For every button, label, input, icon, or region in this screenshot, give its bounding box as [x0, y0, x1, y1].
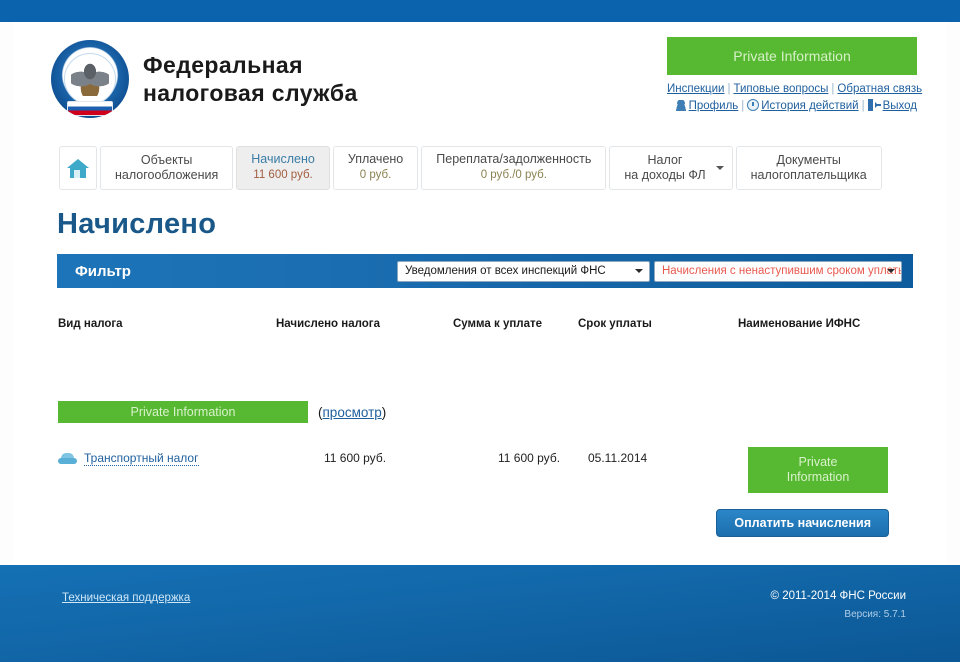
emblem-inner-disc [64, 53, 116, 105]
brand-title: Федеральная налоговая служба [143, 51, 358, 106]
tax-type-link[interactable]: Транспортный налог [84, 451, 199, 466]
cell-accrued: 11 600 руб. [324, 451, 387, 465]
inspection-select-value: Уведомления от всех инспекций ФНС [405, 265, 606, 277]
tab-value: 0 руб./0 руб. [480, 169, 547, 181]
tab-paid[interactable]: Уплачено 0 руб. [332, 146, 419, 190]
column-header-due-date: Срок уплаты [578, 318, 652, 330]
tab-label: Уплачено [347, 152, 404, 166]
notice-private-label: Private Information [58, 401, 308, 423]
chevron-down-icon [887, 269, 895, 277]
tab-label: Начислено [251, 152, 315, 166]
brand-logo[interactable]: Федеральная налоговая служба [51, 40, 358, 118]
user-name-badge[interactable]: Private Information [667, 37, 917, 75]
nav-separator: | [861, 100, 865, 112]
nav-link-faq[interactable]: Типовые вопросы [733, 83, 828, 95]
page-title: Начислено [57, 208, 217, 240]
charges-select-value: Начисления с ненаступившим сроком уплаты [662, 265, 902, 277]
nav-link-logout[interactable]: Выход [883, 100, 917, 112]
top-nav-row-primary: Инспекции | Типовые вопросы | Обратная связь [667, 81, 922, 98]
nav-link-profile[interactable]: Профиль [689, 100, 739, 112]
tab-label: Объекты налогообложения [115, 152, 219, 182]
nav-link-inspections[interactable]: Инспекции [667, 83, 724, 95]
nav-link-history[interactable]: История действий [761, 100, 858, 112]
view-link-wrap: (просмотр) [318, 405, 386, 420]
cell-due-date: 05.11.2014 [588, 451, 648, 465]
copyright-text: © 2011-2014 ФНС России [770, 590, 906, 602]
top-blue-band [0, 0, 960, 22]
main-tabbar: Объекты налогообложения Начислено 11 600… [59, 146, 882, 190]
column-header-accrued: Начислено налога [276, 318, 380, 330]
tab-value: 0 руб. [359, 169, 392, 181]
tab-value: 11 600 руб. [253, 169, 313, 181]
cell-ifns-name: Private Information [748, 447, 888, 493]
tab-overpayment-debt[interactable]: Переплата/задолженность 0 руб./0 руб. [421, 146, 607, 190]
nav-link-feedback[interactable]: Обратная связь [837, 83, 922, 95]
clock-icon [747, 99, 760, 111]
tab-label: Налог на доходы ФЛ [624, 152, 706, 182]
site-header: Федеральная налоговая служба Private Inf… [13, 22, 947, 137]
table-row: Транспортный налог 11 600 руб. 11 600 ру… [13, 447, 947, 493]
double-eagle-icon [71, 62, 109, 96]
tab-personal-income-tax[interactable]: Налог на доходы ФЛ [609, 146, 733, 190]
charges-select[interactable]: Начисления с ненаступившим сроком уплаты [654, 260, 902, 282]
tab-label: Документы налогоплательщика [750, 152, 867, 182]
chevron-down-icon[interactable] [715, 166, 724, 174]
view-notice-link[interactable]: просмотр [323, 405, 382, 420]
page-root: Федеральная налоговая служба Private Inf… [0, 0, 960, 662]
user-icon [674, 100, 687, 111]
column-header-ifns-name: Наименование ИФНС [738, 318, 861, 330]
russian-flag-icon [67, 101, 113, 116]
filter-label: Фильтр [75, 262, 131, 280]
tab-label: Переплата/задолженность [436, 152, 592, 166]
tab-taxpayer-documents[interactable]: Документы налогоплательщика [735, 146, 882, 190]
tab-taxation-objects[interactable]: Объекты налогообложения [100, 146, 234, 190]
account-area: Private Information Инспекции | Типовые во… [667, 37, 922, 115]
tab-accrued[interactable]: Начислено 11 600 руб. [236, 146, 330, 190]
site-footer: Техническая поддержка © 2011-2014 ФНС Ро… [0, 565, 960, 662]
column-header-tax-type: Вид налога [58, 318, 123, 330]
table-header-row: Вид налога Начислено налога Сумма к упла… [13, 318, 947, 344]
content-frame: Федеральная налоговая служба Private Inf… [13, 22, 947, 565]
cell-amount-due: 11 600 руб. [498, 451, 561, 465]
notice-group-row: Private Information (просмотр) [58, 401, 386, 423]
pay-charges-button[interactable]: Оплатить начисления [716, 509, 889, 537]
paren-close: ) [381, 404, 387, 420]
filter-bar: Фильтр Уведомления от всех инспекций ФНС… [57, 254, 913, 288]
technical-support-link[interactable]: Техническая поддержка [62, 592, 190, 604]
home-icon [67, 158, 89, 178]
car-icon [58, 452, 77, 465]
top-nav-links: Инспекции | Типовые вопросы | Обратная связь… [667, 81, 922, 115]
inspection-select[interactable]: Уведомления от всех инспекций ФНС [397, 260, 650, 282]
chevron-down-icon [635, 269, 643, 277]
nav-separator: | [741, 100, 745, 112]
version-text: Версия: 5.7.1 [844, 609, 906, 620]
column-header-amount-due: Сумма к уплате [453, 318, 543, 330]
top-nav-row-secondary: Профиль | История действий | Выход [667, 98, 917, 115]
tab-home[interactable] [59, 146, 97, 190]
cell-tax-type: Транспортный налог [58, 451, 199, 466]
fns-emblem-icon [51, 40, 129, 118]
exit-icon [867, 99, 881, 111]
